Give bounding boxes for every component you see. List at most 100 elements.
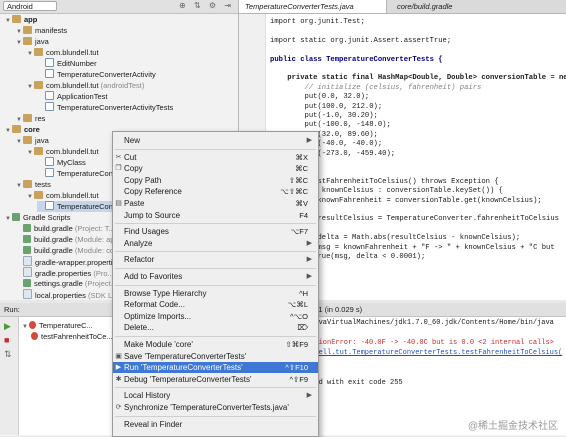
menu-item-label: New [124, 136, 141, 145]
tree-item[interactable]: ▼ Gradle Scripts [4, 212, 71, 223]
tree-item[interactable]: ▼ java [15, 135, 49, 146]
project-view-selector[interactable]: Android [3, 1, 57, 11]
menu-item-copy-path[interactable]: Copy Path ⇧⌘C [113, 175, 318, 186]
tree-item[interactable]: ▼ tests [15, 179, 51, 190]
menu-separator [115, 268, 316, 269]
tree-item[interactable]: build.gradle (Module: ap... [15, 234, 121, 245]
menu-item-label: Browse Type Hierarchy [124, 288, 207, 298]
menu-item-add-to-favorites[interactable]: Add to Favorites ▶ [113, 271, 318, 282]
sort-icon[interactable]: ⇅ [4, 349, 12, 360]
test-method-label: testFahrenheitToCe... [41, 332, 113, 341]
folder-icon [12, 125, 21, 133]
menu-item-shortcut: ⌥⌘L [287, 300, 308, 310]
menu-item-browse-type-hierarchy[interactable]: Browse Type Hierarchy ^H [113, 288, 318, 299]
menu-item-copy-reference[interactable]: Copy Reference ⌥⇧⌘C [113, 186, 318, 197]
paste-icon: ▤ [115, 200, 122, 207]
menu-item-refactor[interactable]: Refactor ▶ [113, 254, 318, 265]
menu-item-new[interactable]: New ▶ [113, 135, 318, 146]
folder-icon [34, 147, 43, 155]
tree-item[interactable]: settings.gradle (Project... [15, 278, 117, 289]
tab-temperature-converter-tests[interactable]: TemperatureConverterTests.java [239, 0, 387, 13]
project-panel-tools-icon[interactable]: ⊕ ⇅ ⚙ ⇥ [179, 1, 234, 10]
expand-icon[interactable]: ▼ [4, 214, 12, 225]
menu-item-copy[interactable]: ❐ Copy ⌘C [113, 163, 318, 174]
tree-item[interactable]: ApplicationTest [37, 91, 107, 102]
menu-separator [115, 148, 316, 150]
menu-item-shortcut: ^⇧F9 [289, 374, 308, 384]
menu-item-paste[interactable]: ▤ Paste ⌘V [113, 198, 318, 209]
tree-item[interactable]: TemperatureConverterActivity [37, 69, 156, 80]
gradle-icon [23, 246, 31, 254]
submenu-arrow-icon: ▶ [306, 137, 312, 144]
expand-icon[interactable]: ▼ [26, 192, 34, 203]
menu-item-label: Make Module 'core' [124, 340, 193, 349]
test-class-node[interactable]: ▼ TemperatureC... [21, 320, 93, 331]
menu-item-jump-to-source[interactable]: Jump to Source F4 [113, 210, 318, 221]
expand-icon[interactable]: ▼ [26, 49, 34, 60]
menu-item-shortcut: ⌥⇧⌘C [280, 187, 308, 197]
menu-item-label: Copy [124, 164, 143, 174]
tree-item[interactable]: gradle-wrapper.properties [15, 256, 120, 267]
tree-item[interactable]: ▼ com.blundell.tut [26, 47, 99, 58]
tree-item[interactable]: build.gradle (Project: T... [15, 223, 115, 234]
tree-item[interactable]: ▼ java [15, 36, 49, 47]
expand-icon[interactable]: ▼ [15, 181, 23, 192]
tree-item[interactable]: ▼ com.blundell.tut (androidTest) [26, 80, 144, 91]
menu-item-delete[interactable]: Delete... ⌦ [113, 322, 318, 333]
tree-item[interactable]: TemperatureConverterActivityTests [37, 102, 173, 113]
copy-icon: ❐ [115, 165, 122, 173]
expand-icon[interactable]: ▼ [4, 126, 12, 137]
menu-item-find-usages[interactable]: Find Usages ⌥F7 [113, 226, 318, 237]
class-icon [45, 69, 54, 78]
rerun-icon[interactable]: ▶ [4, 321, 11, 332]
menu-item-local-history[interactable]: Local History ▶ [113, 390, 318, 401]
menu-item-debug-temperatureconvertertests[interactable]: ✱ Debug 'TemperatureConverterTests' ^⇧F9 [113, 374, 318, 385]
tree-item[interactable]: gradle.properties (Pro... [15, 267, 114, 278]
tree-item[interactable]: local.properties (SDK Lo... [15, 289, 123, 300]
menu-item-run-temperatureconvertertests[interactable]: ▶ Run 'TemperatureConverterTests' ^⇧F10 [113, 362, 318, 374]
menu-item-analyze[interactable]: Analyze ▶ [113, 238, 318, 249]
menu-separator [115, 251, 316, 253]
run-tab-label[interactable]: Run: [4, 305, 20, 314]
menu-item-reformat-code[interactable]: Reformat Code... ⌥⌘L [113, 299, 318, 310]
tree-item[interactable]: ▼ com.blundell.tut [26, 190, 99, 201]
tree-item-label: gradle-wrapper.properties [35, 258, 121, 267]
tree-item-label: TemperatureConverterActivityTests [57, 103, 174, 112]
expand-icon[interactable]: ▼ [26, 82, 34, 93]
expand-icon[interactable]: ▼ [26, 148, 34, 159]
tree-item[interactable]: ▼ com.blundell.tut [26, 146, 99, 157]
tree-item[interactable]: EditNumber [37, 58, 97, 69]
menu-item-label: Delete... [124, 323, 154, 333]
menu-item-make-module-core[interactable]: Make Module 'core' ⇧⌘F9 [113, 339, 318, 350]
tree-item-label: local.properties [35, 291, 86, 300]
tree-item-label: com.blundell.tut [46, 81, 99, 90]
test-method-node[interactable]: testFahrenheitToCe... [31, 331, 113, 342]
tree-item[interactable]: build.gradle (Module: co... [15, 245, 120, 256]
class-icon [45, 157, 54, 166]
menu-item-optimize-imports[interactable]: Optimize Imports... ^⌥O [113, 311, 318, 322]
tree-item-label: app [24, 15, 38, 24]
folder-icon [23, 114, 32, 122]
folder-icon [23, 180, 32, 188]
menu-item-shortcut: ⌘C [295, 164, 308, 174]
menu-item-reveal-in-finder[interactable]: Reveal in Finder [113, 419, 318, 430]
menu-item-synchronize-temperatureconvertertests-java[interactable]: ⟳ Synchronize 'TemperatureConverterTests.… [113, 402, 318, 413]
console-line[interactable]: undell.tut.TemperatureConverterTests.tes… [306, 349, 562, 358]
tree-item[interactable]: ▼ manifests [15, 25, 67, 36]
expand-icon[interactable]: ▼ [15, 137, 23, 148]
tree-item[interactable]: ▼ app [4, 14, 37, 25]
folder-icon [34, 81, 43, 89]
expand-icon[interactable]: ▼ [4, 16, 12, 27]
expand-icon[interactable]: ▼ [15, 38, 23, 49]
scissors-icon: ✂ [115, 153, 122, 161]
failed-icon [29, 321, 36, 329]
stop-icon[interactable]: ■ [4, 335, 9, 345]
tree-item[interactable]: ▼ core [4, 124, 40, 135]
menu-item-save-temperatureconvertertests[interactable]: ▣ Save 'TemperatureConverterTests' [113, 351, 318, 362]
tree-item-label: ApplicationTest [57, 92, 108, 101]
tab-core-build-gradle[interactable]: core/build.gradle [391, 0, 481, 13]
menu-item-cut[interactable]: ✂ Cut ⌘X [113, 152, 318, 163]
menu-item-shortcut: ⌘X [295, 152, 308, 162]
tree-item[interactable]: MyClass [37, 157, 86, 168]
tree-item[interactable]: ▼ res [15, 113, 45, 124]
